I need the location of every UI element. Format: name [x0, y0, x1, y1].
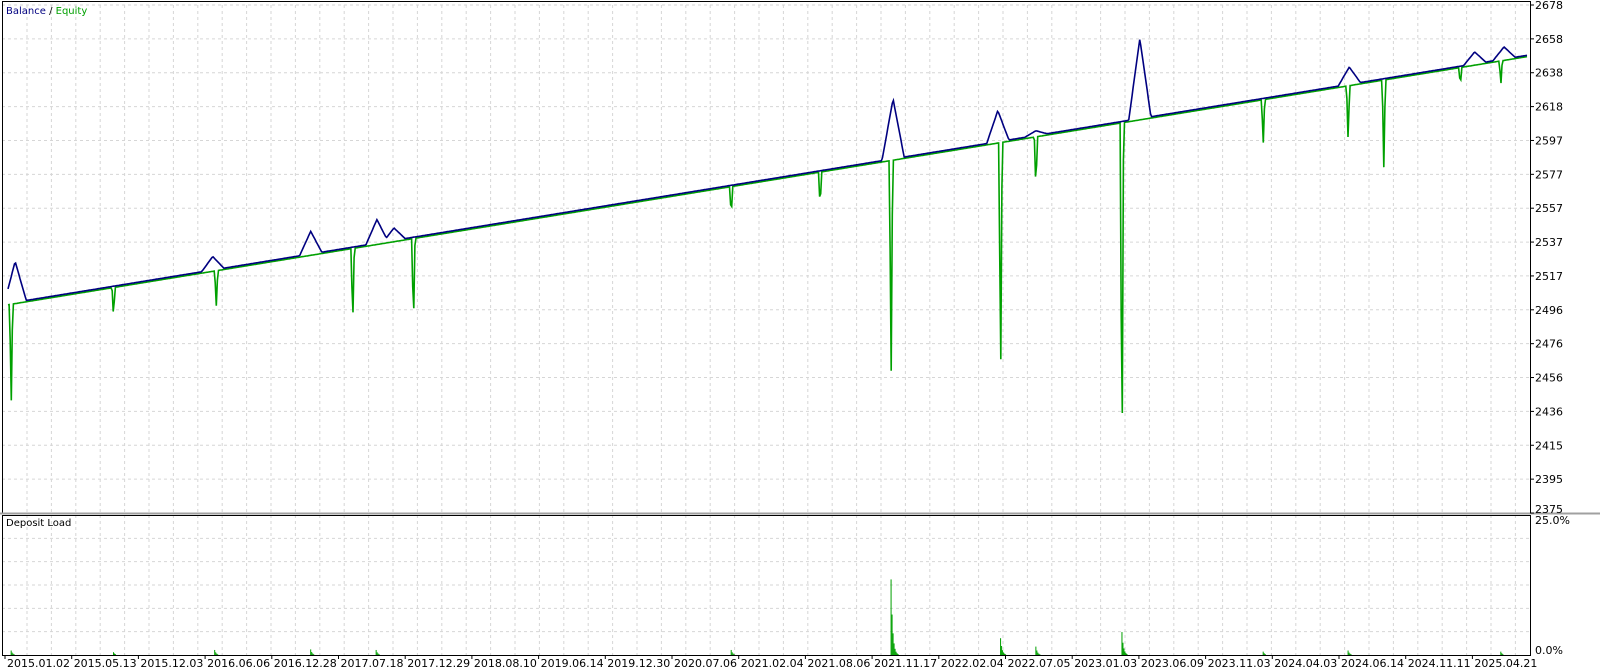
y-tick-label: 2557 — [1535, 202, 1563, 215]
y-tick-label: 2476 — [1535, 338, 1563, 351]
x-tick-label: 2019.12.30 — [607, 657, 670, 670]
x-tick-label: 2016.06.06 — [207, 657, 270, 670]
y-tick-label: 2456 — [1535, 372, 1563, 385]
x-tick-label: 2017.07.18 — [341, 657, 404, 670]
x-tick-label: 2016.12.28 — [274, 657, 337, 670]
deposit-load-label: Deposit Load — [6, 518, 71, 529]
y-tick-label: 2415 — [1535, 439, 1563, 452]
x-tick-label: 2019.06.14 — [541, 657, 604, 670]
x-tick-label: 2024.06.14 — [1341, 657, 1404, 670]
x-tick-label: 2022.07.05 — [1008, 657, 1071, 670]
x-tick-label: 2023.01.03 — [1074, 657, 1137, 670]
legend: Balance / Equity — [6, 6, 87, 17]
x-tick-label: 2017.12.29 — [407, 657, 470, 670]
y-tick-label: 2618 — [1535, 101, 1563, 114]
grid-lines — [2, 4, 1530, 655]
x-tick-label: 2020.07.06 — [674, 657, 737, 670]
x-tick-label: 2025.04.21 — [1474, 657, 1537, 670]
x-tick-label: 2023.11.03 — [1208, 657, 1271, 670]
equity-series-line — [7, 55, 1528, 414]
x-tick-label: 2022.02.04 — [941, 657, 1004, 670]
chart-frame — [0, 1, 1600, 656]
x-tick-label: 2024.04.03 — [1274, 657, 1337, 670]
x-tick-label: 2015.01.02 — [7, 657, 70, 670]
deposit-y-tick-label: 25.0% — [1535, 514, 1570, 527]
legend-balance: Balance — [6, 6, 46, 17]
x-tick-label: 2021.02.04 — [741, 657, 804, 670]
legend-separator: / — [46, 6, 56, 17]
y-tick-label: 2517 — [1535, 270, 1563, 283]
y-tick-label: 2496 — [1535, 304, 1563, 317]
x-tick-label: 2015.05.13 — [74, 657, 137, 670]
deposit-y-tick-label: 0.0% — [1535, 644, 1563, 657]
y-tick-label: 2395 — [1535, 473, 1563, 486]
axis-ticks: 2678 2658 2638 2618 2597 2577 2557 2537 2517 2496… — [4, 0, 1570, 670]
balance-series-line — [7, 39, 1528, 302]
x-tick-label: 2021.11.17 — [874, 657, 937, 670]
y-tick-label: 2537 — [1535, 236, 1563, 249]
y-tick-label: 2638 — [1535, 67, 1563, 80]
y-tick-label: 2597 — [1535, 134, 1563, 147]
y-tick-label: 2678 — [1535, 0, 1563, 12]
x-tick-label: 2024.11.11 — [1408, 657, 1471, 670]
x-tick-label: 2015.12.03 — [140, 657, 203, 670]
x-tick-label: 2023.06.09 — [1141, 657, 1204, 670]
main-panel-frame — [2, 1, 1531, 514]
x-tick-label: 2018.08.10 — [474, 657, 537, 670]
series-traces — [7, 39, 1528, 655]
x-tick-label: 2021.08.06 — [807, 657, 870, 670]
chart-canvas: 2678 2658 2638 2618 2597 2577 2557 2537 2517 2496… — [0, 0, 1600, 670]
legend-equity: Equity — [56, 6, 88, 17]
y-tick-label: 2577 — [1535, 168, 1563, 181]
y-tick-label: 2436 — [1535, 405, 1563, 418]
y-tick-label: 2658 — [1535, 33, 1563, 46]
